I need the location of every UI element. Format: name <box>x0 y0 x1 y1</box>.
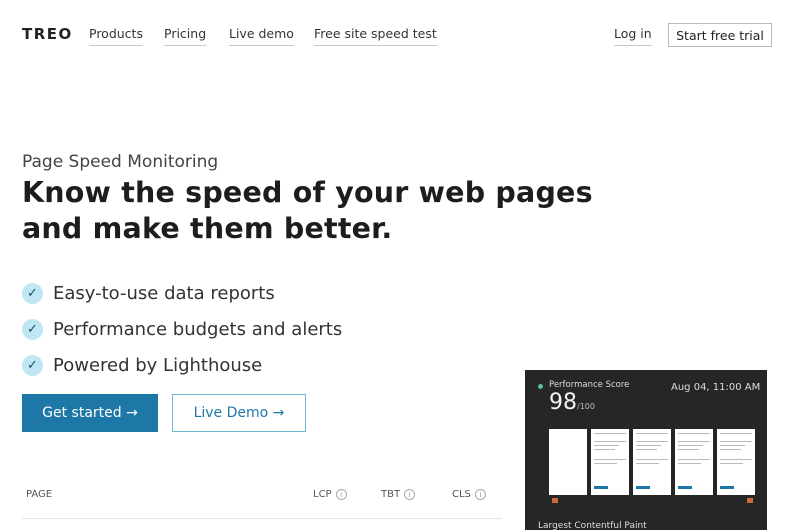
logo[interactable]: TREO <box>22 25 73 43</box>
get-started-button[interactable]: Get started → <box>22 394 158 432</box>
timeline-marker <box>747 498 753 503</box>
filmstrip-frame <box>675 429 713 495</box>
column-page-label: PAGE <box>26 489 53 500</box>
score-value: 98 <box>549 390 577 415</box>
nav-live-demo[interactable]: Live demo <box>229 26 294 46</box>
column-tbt: TBT i <box>381 489 416 500</box>
timeline-marker <box>552 498 558 503</box>
column-page: PAGE <box>26 489 52 500</box>
check-icon: ✓ <box>22 282 43 304</box>
performance-date: Aug 04, 11:00 AM <box>671 382 761 393</box>
filmstrip-frame <box>549 429 587 495</box>
headline-line-1: Know the speed of your web pages <box>22 176 593 209</box>
live-demo-button[interactable]: Live Demo → <box>172 394 306 432</box>
lcp-label: Largest Contentful Paint <box>538 521 647 530</box>
info-icon[interactable]: i <box>474 489 486 500</box>
nav-pricing[interactable]: Pricing <box>164 26 207 46</box>
feature-text: Powered by Lighthouse <box>53 354 263 376</box>
check-icon: ✓ <box>22 318 43 340</box>
status-dot-icon <box>538 384 543 389</box>
nav-speed-test[interactable]: Free site speed test <box>314 26 437 46</box>
filmstrip-frame <box>633 429 671 495</box>
start-free-trial-button[interactable]: Start free trial <box>668 23 772 47</box>
score-max: /100 <box>577 402 595 411</box>
performance-panel: Performance Score Aug 04, 11:00 AM 98/10… <box>525 370 767 530</box>
feature-item: ✓ Powered by Lighthouse <box>22 347 342 383</box>
site-header: TREO Products Pricing Live demo Free sit… <box>0 0 800 70</box>
feature-item: ✓ Easy-to-use data reports <box>22 275 342 311</box>
feature-item: ✓ Performance budgets and alerts <box>22 311 342 347</box>
hero-headline: Know the speed of your web pages and mak… <box>22 175 593 247</box>
performance-score: 98/100 <box>549 390 595 415</box>
headline-line-2: and make them better. <box>22 212 393 245</box>
column-tbt-label: TBT <box>381 489 401 500</box>
feature-list: ✓ Easy-to-use data reports ✓ Performance… <box>22 275 342 383</box>
column-cls: CLS i <box>452 489 486 500</box>
nav-products[interactable]: Products <box>89 26 143 46</box>
filmstrip-frame <box>717 429 755 495</box>
table-divider <box>22 518 502 519</box>
check-icon: ✓ <box>22 354 43 376</box>
hero-eyebrow: Page Speed Monitoring <box>22 152 219 172</box>
filmstrip <box>549 429 755 495</box>
column-lcp: LCP i <box>313 489 347 500</box>
feature-text: Easy-to-use data reports <box>53 282 275 304</box>
login-link[interactable]: Log in <box>614 26 652 46</box>
column-cls-label: CLS <box>452 489 471 500</box>
performance-score-label: Performance Score <box>549 380 630 390</box>
info-icon[interactable]: i <box>335 489 347 500</box>
info-icon[interactable]: i <box>404 489 416 500</box>
feature-text: Performance budgets and alerts <box>53 318 343 340</box>
filmstrip-frame <box>591 429 629 495</box>
column-lcp-label: LCP <box>313 489 332 500</box>
